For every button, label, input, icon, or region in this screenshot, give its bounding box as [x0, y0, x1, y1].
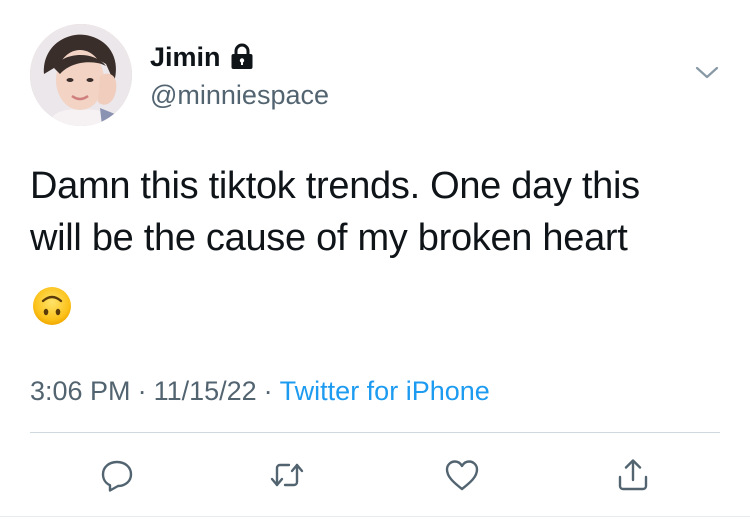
tweet-card: Jimin @minniespace Damn this tiktok tren…	[0, 0, 750, 521]
reply-icon	[101, 460, 133, 492]
like-button[interactable]	[437, 450, 487, 500]
avatar[interactable]	[30, 24, 132, 126]
avatar-photo	[30, 24, 132, 126]
action-bar	[0, 450, 750, 500]
tweet-text-line: Damn this tiktok trends. One day this	[30, 165, 640, 207]
tweet-time[interactable]: 3:06 PM	[30, 376, 131, 406]
heart-icon	[445, 460, 479, 491]
upside-down-face-icon	[33, 287, 71, 325]
meta-separator: ·	[137, 376, 147, 406]
tweet-text: Damn this tiktok trends. One day this wi…	[30, 160, 720, 264]
bottom-border	[0, 516, 750, 517]
share-icon	[618, 459, 648, 491]
meta-separator: ·	[263, 376, 273, 406]
tweet-text-line: will be the cause of my broken heart	[30, 217, 628, 259]
tweet-date[interactable]: 11/15/22	[154, 376, 257, 406]
reply-button[interactable]	[92, 450, 142, 500]
chevron-down-icon[interactable]	[694, 64, 720, 82]
tweet-source-link[interactable]: Twitter for iPhone	[280, 376, 490, 406]
display-name[interactable]: Jimin	[150, 42, 221, 72]
share-button[interactable]	[608, 450, 658, 500]
lock-icon	[229, 43, 255, 71]
divider	[30, 432, 720, 433]
retweet-button[interactable]	[262, 450, 312, 500]
tweet-meta: 3:06 PM · 11/15/22 · Twitter for iPhone	[30, 374, 490, 408]
retweet-icon	[270, 463, 304, 487]
user-handle[interactable]: @minniespace	[150, 80, 329, 110]
user-name-row: Jimin	[150, 42, 255, 72]
